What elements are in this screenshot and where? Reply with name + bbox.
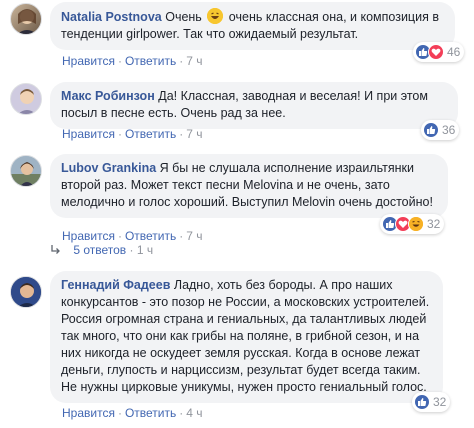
separator: · — [117, 229, 122, 243]
comment-gennadiy: Геннадий Фадеев Ладно, хоть без бороды. … — [0, 268, 474, 428]
avatar[interactable] — [10, 3, 42, 35]
replies-time: 1 ч — [136, 243, 154, 257]
reaction-count: 32 — [427, 217, 441, 231]
comment-natalia: Natalia Postnova Очень очень классная он… — [0, 0, 474, 70]
avatar-photo — [11, 84, 41, 114]
separator: · — [179, 229, 184, 243]
comment-bubble: Natalia Postnova Очень очень классная он… — [50, 2, 455, 50]
thumbs-up-icon — [414, 394, 430, 410]
comment-text: Ладно, хоть без бороды. А про наших конк… — [61, 278, 430, 394]
author-name[interactable]: Макс Робинзон — [61, 89, 155, 103]
like-link[interactable]: Нравится — [62, 54, 115, 68]
avatar-photo — [17, 9, 37, 34]
comment-bubble: Макс Робинзон Да! Классная, заводная и в… — [50, 82, 458, 129]
laughing-face-icon — [408, 216, 424, 232]
author-name[interactable]: Lubov Grankina — [61, 161, 156, 175]
reaction-count: 32 — [433, 395, 447, 409]
avatar-photo — [11, 156, 41, 186]
grinning-emoji-icon — [207, 8, 224, 24]
avatar[interactable] — [10, 155, 42, 187]
timestamp[interactable]: 7 ч — [186, 229, 202, 243]
reaction-count: 36 — [442, 123, 456, 137]
replies-count[interactable]: 5 ответов — [73, 243, 126, 257]
separator: · — [117, 127, 122, 141]
heart-icon — [428, 44, 444, 60]
comment-actions: Нравится · Ответить · 4 ч — [62, 406, 203, 420]
comment-actions: Нравится · Ответить · 7 ч — [62, 229, 203, 243]
separator: · — [179, 127, 184, 141]
avatar-photo — [11, 277, 41, 307]
reply-link[interactable]: Ответить — [125, 127, 176, 141]
reaction-count: 46 — [447, 45, 461, 59]
view-replies[interactable]: 5 ответов · 1 ч — [50, 243, 153, 259]
author-name[interactable]: Natalia Postnova — [61, 10, 162, 24]
reactions-summary[interactable]: 46 — [413, 42, 465, 62]
timestamp[interactable]: 7 ч — [186, 127, 202, 141]
like-link[interactable]: Нравится — [62, 229, 115, 243]
reply-link[interactable]: Ответить — [125, 406, 176, 420]
timestamp[interactable]: 7 ч — [186, 54, 202, 68]
comment-actions: Нравится · Ответить · 7 ч — [62, 54, 203, 68]
like-link[interactable]: Нравится — [62, 406, 115, 420]
separator: · — [117, 406, 122, 420]
thumbs-up-icon — [423, 122, 439, 138]
separator: · — [129, 243, 137, 257]
separator: · — [117, 54, 122, 68]
comment-actions: Нравится · Ответить · 7 ч — [62, 127, 203, 141]
author-name[interactable]: Геннадий Фадеев — [61, 278, 170, 292]
reply-link[interactable]: Ответить — [125, 54, 176, 68]
reply-arrow-icon — [50, 244, 62, 259]
separator: · — [179, 54, 184, 68]
comment-bubble: Lubov Grankina Я бы не слушала исполнени… — [50, 154, 448, 218]
comment-bubble: Геннадий Фадеев Ладно, хоть без бороды. … — [50, 271, 443, 403]
avatar[interactable] — [10, 276, 42, 308]
reactions-summary[interactable]: 36 — [421, 120, 460, 140]
separator: · — [179, 406, 184, 420]
reactions-summary[interactable]: 32 — [412, 392, 451, 412]
reply-link[interactable]: Ответить — [125, 229, 176, 243]
avatar[interactable] — [10, 83, 42, 115]
timestamp[interactable]: 4 ч — [186, 406, 202, 420]
reactions-summary[interactable]: 32 — [380, 214, 445, 234]
comment-text: Очень — [165, 10, 202, 24]
comment-maks: Макс Робинзон Да! Классная, заводная и в… — [0, 80, 474, 144]
like-link[interactable]: Нравится — [62, 127, 115, 141]
